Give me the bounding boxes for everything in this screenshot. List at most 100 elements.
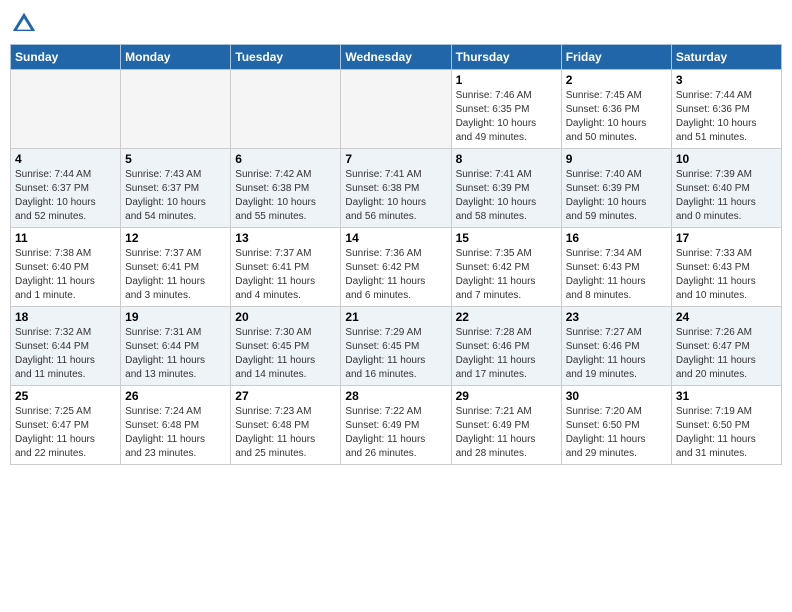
calendar-cell: 23 Sunrise: 7:27 AM Sunset: 6:46 PM Dayli… — [561, 307, 671, 386]
day-number: 29 — [456, 389, 557, 403]
day-info: Sunrise: 7:27 AM Sunset: 6:46 PM Dayligh… — [566, 326, 667, 382]
day-number: 23 — [566, 310, 667, 324]
day-number: 22 — [456, 310, 557, 324]
day-info: Sunrise: 7:20 AM Sunset: 6:50 PM Dayligh… — [566, 405, 667, 461]
calendar-cell: 24 Sunrise: 7:26 AM Sunset: 6:47 PM Dayli… — [671, 307, 781, 386]
day-number: 6 — [235, 152, 336, 166]
calendar-week-row: 4 Sunrise: 7:44 AM Sunset: 6:37 PM Daylig… — [11, 149, 782, 228]
day-info: Sunrise: 7:28 AM Sunset: 6:46 PM Dayligh… — [456, 326, 557, 382]
day-number: 14 — [345, 231, 446, 245]
calendar-cell: 5 Sunrise: 7:43 AM Sunset: 6:37 PM Daylig… — [121, 149, 231, 228]
day-info: Sunrise: 7:31 AM Sunset: 6:44 PM Dayligh… — [125, 326, 226, 382]
day-number: 10 — [676, 152, 777, 166]
calendar-cell: 16 Sunrise: 7:34 AM Sunset: 6:43 PM Dayli… — [561, 228, 671, 307]
calendar-cell: 18 Sunrise: 7:32 AM Sunset: 6:44 PM Dayli… — [11, 307, 121, 386]
day-info: Sunrise: 7:32 AM Sunset: 6:44 PM Dayligh… — [15, 326, 116, 382]
day-info: Sunrise: 7:44 AM Sunset: 6:36 PM Dayligh… — [676, 89, 777, 145]
column-header-wednesday: Wednesday — [341, 45, 451, 70]
day-info: Sunrise: 7:33 AM Sunset: 6:43 PM Dayligh… — [676, 247, 777, 303]
calendar-cell: 25Sunrise: 7:25 AM Sunset: 6:47 PM Dayli… — [11, 386, 121, 465]
calendar-cell: 30 Sunrise: 7:20 AM Sunset: 6:50 PM Dayli… — [561, 386, 671, 465]
day-info: Sunrise: 7:35 AM Sunset: 6:42 PM Dayligh… — [456, 247, 557, 303]
day-info: Sunrise: 7:19 AM Sunset: 6:50 PM Dayligh… — [676, 405, 777, 461]
calendar-cell — [231, 70, 341, 149]
day-number: 5 — [125, 152, 226, 166]
day-info: Sunrise: 7:39 AM Sunset: 6:40 PM Dayligh… — [676, 168, 777, 224]
calendar-cell: 21 Sunrise: 7:29 AM Sunset: 6:45 PM Dayli… — [341, 307, 451, 386]
day-info: Sunrise: 7:23 AM Sunset: 6:48 PM Dayligh… — [235, 405, 336, 461]
calendar-cell: 27 Sunrise: 7:23 AM Sunset: 6:48 PM Dayli… — [231, 386, 341, 465]
day-number: 27 — [235, 389, 336, 403]
day-info: Sunrise: 7:37 AM Sunset: 6:41 PM Dayligh… — [125, 247, 226, 303]
day-number: 21 — [345, 310, 446, 324]
day-info: Sunrise: 7:41 AM Sunset: 6:39 PM Dayligh… — [456, 168, 557, 224]
day-number: 13 — [235, 231, 336, 245]
calendar-cell: 7 Sunrise: 7:41 AM Sunset: 6:38 PM Daylig… — [341, 149, 451, 228]
day-number: 4 — [15, 152, 116, 166]
day-info: Sunrise: 7:24 AM Sunset: 6:48 PM Dayligh… — [125, 405, 226, 461]
calendar-week-row: 1Sunrise: 7:46 AM Sunset: 6:35 PM Daylig… — [11, 70, 782, 149]
calendar-cell: 10 Sunrise: 7:39 AM Sunset: 6:40 PM Dayli… — [671, 149, 781, 228]
logo-icon — [10, 10, 38, 38]
calendar-cell: 12 Sunrise: 7:37 AM Sunset: 6:41 PM Dayli… — [121, 228, 231, 307]
day-number: 17 — [676, 231, 777, 245]
column-header-monday: Monday — [121, 45, 231, 70]
calendar-cell: 29 Sunrise: 7:21 AM Sunset: 6:49 PM Dayli… — [451, 386, 561, 465]
day-number: 24 — [676, 310, 777, 324]
day-number: 15 — [456, 231, 557, 245]
calendar-cell: 4 Sunrise: 7:44 AM Sunset: 6:37 PM Daylig… — [11, 149, 121, 228]
day-info: Sunrise: 7:37 AM Sunset: 6:41 PM Dayligh… — [235, 247, 336, 303]
day-info: Sunrise: 7:44 AM Sunset: 6:37 PM Dayligh… — [15, 168, 116, 224]
day-info: Sunrise: 7:40 AM Sunset: 6:39 PM Dayligh… — [566, 168, 667, 224]
calendar-cell — [11, 70, 121, 149]
day-number: 16 — [566, 231, 667, 245]
day-info: Sunrise: 7:42 AM Sunset: 6:38 PM Dayligh… — [235, 168, 336, 224]
day-info: Sunrise: 7:46 AM Sunset: 6:35 PM Dayligh… — [456, 89, 557, 145]
calendar-cell — [341, 70, 451, 149]
calendar-cell: 15 Sunrise: 7:35 AM Sunset: 6:42 PM Dayli… — [451, 228, 561, 307]
day-info: Sunrise: 7:21 AM Sunset: 6:49 PM Dayligh… — [456, 405, 557, 461]
calendar-cell: 19 Sunrise: 7:31 AM Sunset: 6:44 PM Dayli… — [121, 307, 231, 386]
day-info: Sunrise: 7:36 AM Sunset: 6:42 PM Dayligh… — [345, 247, 446, 303]
calendar-cell: 8 Sunrise: 7:41 AM Sunset: 6:39 PM Daylig… — [451, 149, 561, 228]
calendar-cell: 20 Sunrise: 7:30 AM Sunset: 6:45 PM Dayli… — [231, 307, 341, 386]
day-info: Sunrise: 7:30 AM Sunset: 6:45 PM Dayligh… — [235, 326, 336, 382]
day-info: Sunrise: 7:41 AM Sunset: 6:38 PM Dayligh… — [345, 168, 446, 224]
page-header — [10, 10, 782, 38]
calendar-cell: 6 Sunrise: 7:42 AM Sunset: 6:38 PM Daylig… — [231, 149, 341, 228]
calendar-cell: 9Sunrise: 7:40 AM Sunset: 6:39 PM Daylig… — [561, 149, 671, 228]
day-number: 11 — [15, 231, 116, 245]
calendar-week-row: 25Sunrise: 7:25 AM Sunset: 6:47 PM Dayli… — [11, 386, 782, 465]
column-header-tuesday: Tuesday — [231, 45, 341, 70]
day-number: 31 — [676, 389, 777, 403]
calendar-cell: 22 Sunrise: 7:28 AM Sunset: 6:46 PM Dayli… — [451, 307, 561, 386]
calendar-header-row: SundayMondayTuesdayWednesdayThursdayFrid… — [11, 45, 782, 70]
calendar-week-row: 18 Sunrise: 7:32 AM Sunset: 6:44 PM Dayli… — [11, 307, 782, 386]
day-info: Sunrise: 7:38 AM Sunset: 6:40 PM Dayligh… — [15, 247, 116, 303]
calendar-cell: 17 Sunrise: 7:33 AM Sunset: 6:43 PM Dayli… — [671, 228, 781, 307]
day-number: 18 — [15, 310, 116, 324]
calendar-cell: 14 Sunrise: 7:36 AM Sunset: 6:42 PM Dayli… — [341, 228, 451, 307]
day-number: 12 — [125, 231, 226, 245]
column-header-sunday: Sunday — [11, 45, 121, 70]
day-info: Sunrise: 7:25 AM Sunset: 6:47 PM Dayligh… — [15, 405, 116, 461]
calendar-cell: 2Sunrise: 7:45 AM Sunset: 6:36 PM Daylig… — [561, 70, 671, 149]
day-number: 28 — [345, 389, 446, 403]
logo — [10, 10, 42, 38]
calendar-table: SundayMondayTuesdayWednesdayThursdayFrid… — [10, 44, 782, 465]
calendar-cell: 31 Sunrise: 7:19 AM Sunset: 6:50 PM Dayli… — [671, 386, 781, 465]
day-number: 2 — [566, 73, 667, 87]
day-number: 20 — [235, 310, 336, 324]
calendar-cell: 11 Sunrise: 7:38 AM Sunset: 6:40 PM Dayli… — [11, 228, 121, 307]
day-info: Sunrise: 7:34 AM Sunset: 6:43 PM Dayligh… — [566, 247, 667, 303]
calendar-cell: 1Sunrise: 7:46 AM Sunset: 6:35 PM Daylig… — [451, 70, 561, 149]
day-info: Sunrise: 7:26 AM Sunset: 6:47 PM Dayligh… — [676, 326, 777, 382]
day-number: 30 — [566, 389, 667, 403]
day-info: Sunrise: 7:43 AM Sunset: 6:37 PM Dayligh… — [125, 168, 226, 224]
day-number: 8 — [456, 152, 557, 166]
column-header-saturday: Saturday — [671, 45, 781, 70]
day-number: 19 — [125, 310, 226, 324]
day-info: Sunrise: 7:29 AM Sunset: 6:45 PM Dayligh… — [345, 326, 446, 382]
day-number: 7 — [345, 152, 446, 166]
calendar-cell — [121, 70, 231, 149]
